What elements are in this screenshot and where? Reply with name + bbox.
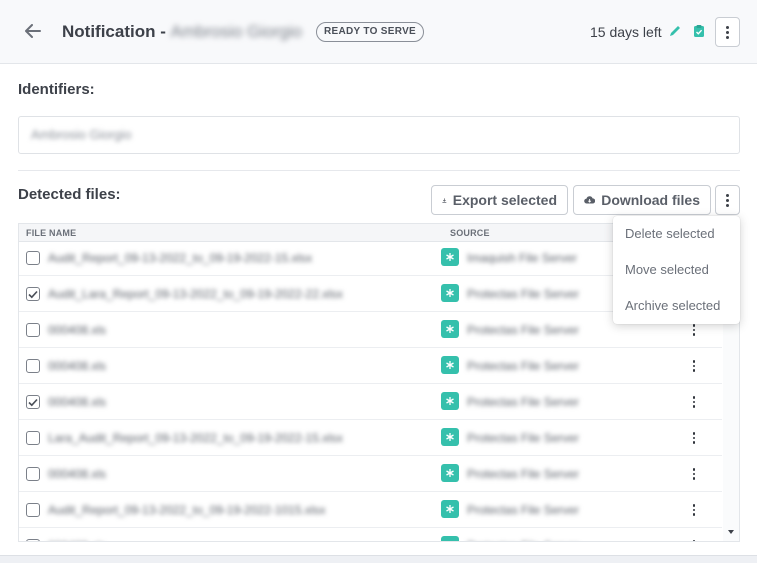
pencil-icon[interactable] (668, 24, 682, 38)
header-more-button[interactable] (715, 17, 740, 47)
source-name: Protectas File Server (467, 395, 580, 409)
row-checkbox[interactable] (26, 431, 40, 445)
column-header-source[interactable]: SOURCE (450, 228, 490, 238)
kebab-icon (726, 25, 729, 39)
days-left-text: 15 days left (590, 24, 662, 40)
scroll-down-arrow-icon[interactable] (723, 527, 739, 537)
file-name: 000408.xls (48, 395, 107, 409)
row-checkbox[interactable] (26, 467, 40, 481)
source-name: Imaquish File Server (467, 251, 578, 265)
table-row[interactable]: 000408.xls Protectas File Server (19, 528, 722, 541)
asterisk-source-icon (441, 428, 459, 446)
header-bar: Notification - Ambrosio Giorgio READY TO… (0, 0, 757, 64)
export-selected-label: Export selected (452, 192, 557, 208)
arrow-left-icon (25, 24, 41, 38)
asterisk-source-icon (441, 464, 459, 482)
source-name: Protectas File Server (467, 539, 579, 541)
row-checkbox[interactable] (26, 503, 40, 517)
asterisk-source-icon (441, 248, 459, 266)
section-divider (18, 170, 740, 171)
page-title-name: Ambrosio Giorgio (170, 22, 302, 41)
identifiers-field[interactable]: Ambrosio Giorgio (18, 116, 740, 154)
row-more-button[interactable] (687, 430, 701, 446)
row-checkbox[interactable] (26, 287, 40, 301)
menu-item-delete-selected[interactable]: Delete selected (613, 223, 740, 259)
row-checkbox[interactable] (26, 395, 40, 409)
identifiers-value: Ambrosio Giorgio (31, 127, 132, 142)
table-row[interactable]: 000408.xls Protectas File Server (19, 348, 722, 384)
notification-panel: Notification - Ambrosio Giorgio READY TO… (0, 0, 757, 556)
asterisk-source-icon (441, 284, 459, 302)
row-more-button[interactable] (687, 538, 701, 541)
menu-item-archive-selected[interactable]: Archive selected (613, 295, 740, 331)
table-row[interactable]: Lara_Audit_Report_09-13-2022_to_09-19-20… (19, 420, 722, 456)
source-name: Protectas File Server (467, 323, 580, 337)
clipboard-check-icon[interactable] (692, 24, 706, 38)
files-more-button[interactable] (715, 185, 740, 215)
table-row[interactable]: Audit_Report_09-13-2022_to_09-19-2022-10… (19, 492, 722, 528)
kebab-icon (692, 540, 696, 541)
asterisk-source-icon (441, 356, 459, 374)
kebab-icon (692, 396, 696, 408)
identifiers-label: Identifiers: (18, 81, 95, 98)
asterisk-source-icon (441, 392, 459, 410)
source-name: Protectas File Server (467, 287, 580, 301)
source-name: Protectas File Server (467, 467, 580, 481)
row-checkbox[interactable] (26, 323, 40, 337)
kebab-icon (692, 432, 696, 444)
kebab-icon (692, 504, 696, 516)
row-checkbox[interactable] (26, 251, 40, 265)
download-arrow-icon (442, 197, 447, 203)
kebab-icon (726, 193, 729, 207)
page-title: Notification - Ambrosio Giorgio (62, 22, 302, 42)
row-more-button[interactable] (687, 502, 701, 518)
checkmark-icon (28, 290, 38, 298)
download-files-button[interactable]: Download files (573, 185, 711, 215)
file-name: 000408.xls (48, 467, 107, 481)
source-name: Protectas File Server (467, 431, 580, 445)
kebab-icon (692, 360, 696, 372)
row-checkbox[interactable] (26, 359, 40, 373)
source-name: Protectas File Server (467, 359, 580, 373)
file-name: 000408.xls (48, 323, 107, 337)
detected-files-label: Detected files: (18, 186, 121, 203)
column-header-file-name[interactable]: FILE NAME (26, 228, 76, 238)
table-row[interactable]: 000408.xls Protectas File Server (19, 384, 722, 420)
table-row[interactable]: 000408.xls Protectas File Server (19, 456, 722, 492)
file-name: 000408.xls (48, 359, 107, 373)
file-name: Audit_Report_09-13-2022_to_09-19-2022-10… (48, 503, 326, 517)
source-name: Protectas File Server (467, 503, 580, 517)
row-more-button[interactable] (687, 394, 701, 410)
asterisk-source-icon (441, 536, 459, 541)
checkmark-icon (28, 398, 38, 406)
file-name: Lara_Audit_Report_09-13-2022_to_09-19-20… (48, 431, 343, 445)
files-more-menu: Delete selected Move selected Archive se… (613, 216, 740, 324)
file-name: Audit_Report_09-13-2022_to_09-19-2022-15… (48, 251, 313, 265)
status-badge: READY TO SERVE (316, 22, 425, 42)
kebab-icon (692, 468, 696, 480)
asterisk-source-icon (441, 500, 459, 518)
row-checkbox[interactable] (26, 539, 40, 541)
page-title-prefix: Notification - (62, 22, 171, 41)
row-more-button[interactable] (687, 466, 701, 482)
file-name: Audit_Lara_Report_09-13-2022_to_09-19-20… (48, 287, 343, 301)
menu-item-move-selected[interactable]: Move selected (613, 259, 740, 295)
back-button[interactable] (20, 18, 46, 44)
export-selected-button[interactable]: Export selected (431, 185, 568, 215)
file-name: 000408.xls (48, 539, 106, 541)
download-files-label: Download files (601, 192, 700, 208)
asterisk-source-icon (441, 320, 459, 338)
row-more-button[interactable] (687, 358, 701, 374)
cloud-download-icon (584, 196, 596, 204)
